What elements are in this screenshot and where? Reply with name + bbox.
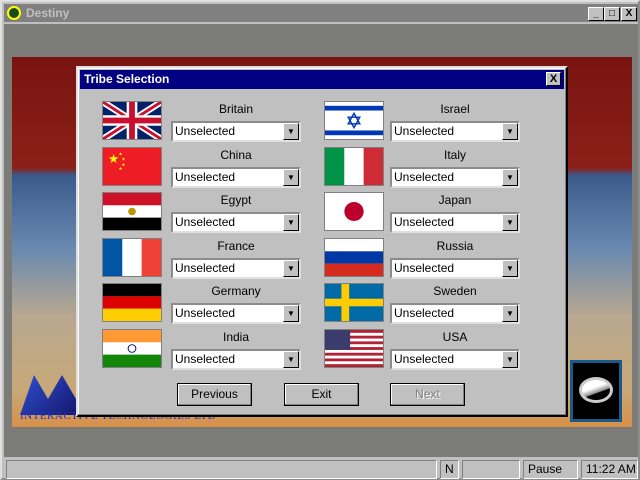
tribe-label-france: France (217, 239, 255, 253)
tribe-label-china: China (220, 148, 252, 162)
tribe-select-value: Unselected (175, 170, 236, 184)
dropdown-arrow-icon[interactable]: ▼ (283, 260, 299, 277)
tribe-select-italy[interactable]: Unselected ▼ (390, 167, 520, 188)
svg-text:★: ★ (121, 156, 126, 162)
tribe-label-usa: USA (442, 330, 468, 344)
flag-sweden-icon (324, 283, 384, 322)
flag-germany-icon (102, 283, 162, 322)
tribe-select-egypt[interactable]: Unselected ▼ (171, 212, 301, 233)
status-clock: 11:22 AM (581, 460, 638, 479)
app-globe-icon[interactable] (7, 6, 21, 20)
tribe-select-value: Unselected (394, 352, 455, 366)
tribe-select-value: Unselected (175, 124, 236, 138)
tribe-label-israel: Israel (440, 102, 470, 116)
flag-japan-icon (324, 192, 384, 231)
status-mode: N (440, 460, 459, 479)
maximize-button[interactable]: □ (604, 7, 620, 21)
tribe-select-china[interactable]: Unselected ▼ (171, 167, 301, 188)
dropdown-arrow-icon[interactable]: ▼ (283, 305, 299, 322)
tribe-select-value: Unselected (394, 124, 455, 138)
title-bar[interactable]: Destiny _ □ X (4, 4, 638, 22)
tribe-select-israel[interactable]: Unselected ▼ (390, 121, 520, 142)
status-panel (462, 460, 520, 479)
flag-india-icon (102, 329, 162, 368)
tribe-label-germany: Germany (211, 284, 261, 298)
flag-russia-icon (324, 238, 384, 277)
dropdown-arrow-icon[interactable]: ▼ (502, 214, 518, 231)
tribe-select-value: Unselected (175, 215, 236, 229)
window-title: Destiny (26, 6, 70, 20)
tribe-select-sweden[interactable]: Unselected ▼ (390, 303, 520, 324)
next-button[interactable]: Next (390, 383, 465, 406)
flag-china-icon: ★ ★ ★ ★ ★ (102, 147, 162, 186)
tribe-label-egypt: Egypt (220, 193, 252, 207)
flag-egypt-icon (102, 192, 162, 231)
flag-usa-icon (324, 329, 384, 368)
tribe-label-russia: Russia (436, 239, 474, 253)
tribe-label-sweden: Sweden (433, 284, 477, 298)
dropdown-arrow-icon[interactable]: ▼ (283, 351, 299, 368)
flag-france-icon (102, 238, 162, 277)
dropdown-arrow-icon[interactable]: ▼ (502, 169, 518, 186)
tribe-selection-dialog: Tribe Selection X Britain Unselected ▼ ★ ★ ★… (76, 66, 568, 417)
tribe-select-france[interactable]: Unselected ▼ (171, 258, 301, 279)
tribe-label-italy: Italy (443, 148, 466, 162)
tribe-select-value: Unselected (394, 261, 455, 275)
tribe-select-japan[interactable]: Unselected ▼ (390, 212, 520, 233)
tribe-select-value: Unselected (175, 306, 236, 320)
tribe-label-india: India (222, 330, 250, 344)
dropdown-arrow-icon[interactable]: ▼ (502, 351, 518, 368)
tribe-select-germany[interactable]: Unselected ▼ (171, 303, 301, 324)
tribe-label-britain: Britain (218, 102, 253, 116)
destiny-window: Destiny _ □ X INTERACTIVE TECHNOLOGIES L… (0, 0, 640, 480)
dropdown-arrow-icon[interactable]: ▼ (283, 123, 299, 140)
flag-israel-icon (324, 101, 384, 140)
dropdown-arrow-icon[interactable]: ▼ (283, 169, 299, 186)
svg-text:★: ★ (118, 166, 123, 172)
tribe-select-value: Unselected (175, 352, 236, 366)
svg-text:★: ★ (108, 152, 119, 166)
status-bar: N Pause 11:22 AM (4, 458, 638, 480)
tribe-label-japan: Japan (438, 193, 472, 207)
flag-britain-icon (102, 101, 162, 140)
dialog-title: Tribe Selection X (80, 70, 564, 89)
tribe-select-usa[interactable]: Unselected ▼ (390, 349, 520, 370)
eye-logo-icon (570, 360, 622, 422)
close-button[interactable]: X (621, 7, 637, 21)
dropdown-arrow-icon[interactable]: ▼ (283, 214, 299, 231)
dropdown-arrow-icon[interactable]: ▼ (502, 123, 518, 140)
dropdown-arrow-icon[interactable]: ▼ (502, 260, 518, 277)
flag-italy-icon (324, 147, 384, 186)
dropdown-arrow-icon[interactable]: ▼ (502, 305, 518, 322)
status-pause: Pause (523, 460, 578, 479)
status-message (6, 460, 437, 479)
tribe-select-britain[interactable]: Unselected ▼ (171, 121, 301, 142)
minimize-button[interactable]: _ (588, 7, 604, 21)
dialog-close-button[interactable]: X (546, 72, 561, 86)
dialog-title-text: Tribe Selection (84, 72, 170, 86)
tribe-select-india[interactable]: Unselected ▼ (171, 349, 301, 370)
tribe-select-value: Unselected (394, 215, 455, 229)
previous-button[interactable]: Previous (177, 383, 252, 406)
exit-button[interactable]: Exit (284, 383, 359, 406)
tribe-select-value: Unselected (394, 170, 455, 184)
tribe-select-russia[interactable]: Unselected ▼ (390, 258, 520, 279)
tribe-select-value: Unselected (394, 306, 455, 320)
tribe-select-value: Unselected (175, 261, 236, 275)
